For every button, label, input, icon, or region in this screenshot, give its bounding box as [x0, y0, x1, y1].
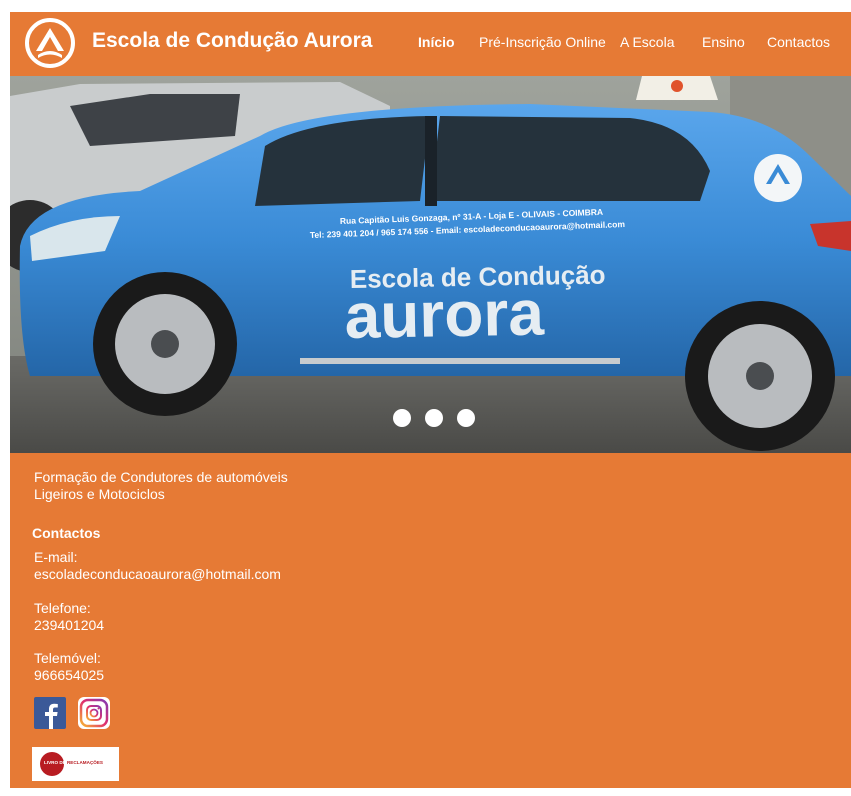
livro-reclamacoes-badge[interactable]: LIVRO DE RECLAMAÇÕES: [32, 747, 119, 781]
nav-contactos[interactable]: Contactos: [767, 34, 830, 50]
mobile-value[interactable]: 966654025: [34, 667, 104, 684]
nav-ensino[interactable]: Ensino: [702, 34, 745, 50]
footer-content: Formação de Condutores de automóveis Lig…: [10, 453, 851, 788]
site-header: Escola de Condução Aurora Início Pré-Ins…: [10, 12, 851, 76]
aurora-logo-icon[interactable]: [24, 17, 76, 69]
livro-part1: LIVRO DE: [44, 760, 66, 765]
facebook-icon[interactable]: [34, 697, 66, 729]
nav-pre-inscricao[interactable]: Pré-Inscrição Online: [479, 34, 606, 50]
site-brand[interactable]: Escola de Condução Aurora: [92, 29, 372, 53]
livro-part2: RECLAMAÇÕES: [66, 760, 103, 765]
instagram-icon[interactable]: [78, 697, 110, 729]
hero-car-image: Rua Capitão Luis Gonzaga, nº 31-A - Loja…: [10, 76, 851, 453]
contacts-title: Contactos: [32, 525, 101, 541]
carousel-dot-2[interactable]: [425, 409, 443, 427]
carousel-dot-3[interactable]: [457, 409, 475, 427]
phone-value[interactable]: 239401204: [34, 617, 104, 634]
tagline: Formação de Condutores de automóveis Lig…: [34, 469, 288, 502]
phone-label: Telefone:: [34, 600, 91, 616]
email-value[interactable]: escoladeconducaoaurora@hotmail.com: [34, 566, 281, 583]
page: Escola de Condução Aurora Início Pré-Ins…: [10, 12, 851, 788]
email-label: E-mail:: [34, 549, 78, 565]
mobile-label: Telemóvel:: [34, 650, 101, 666]
hero-carousel[interactable]: Rua Capitão Luis Gonzaga, nº 31-A - Loja…: [10, 76, 851, 453]
nav-inicio[interactable]: Início: [418, 34, 455, 50]
nav-a-escola[interactable]: A Escola: [620, 34, 674, 50]
car-school-line2: aurora: [344, 277, 545, 352]
carousel-dot-1[interactable]: [393, 409, 411, 427]
